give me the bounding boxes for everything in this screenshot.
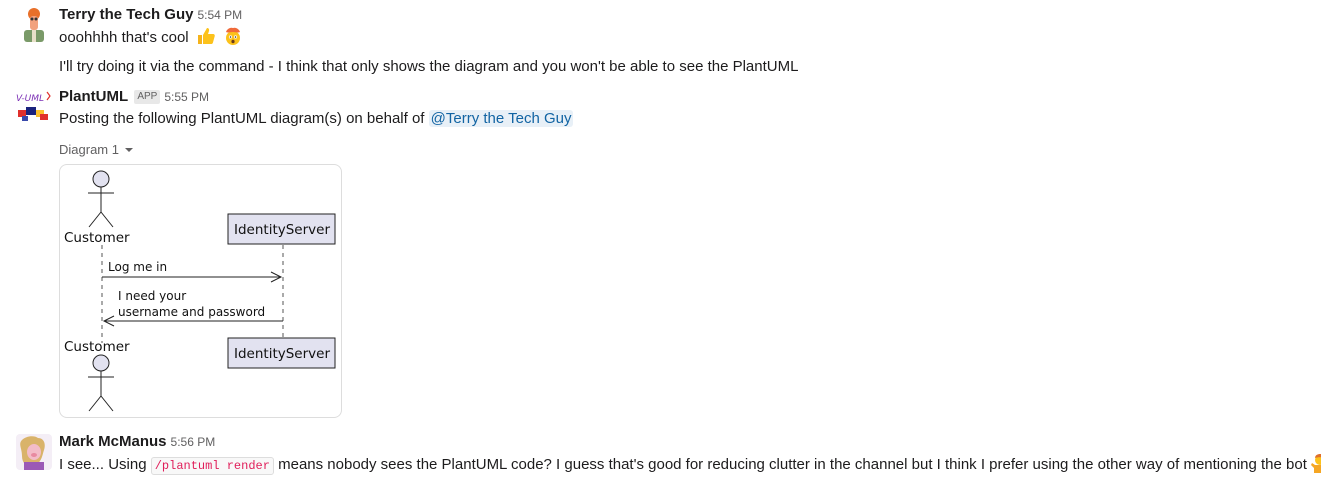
diagram-image[interactable]: Customer IdentityServer Log me in I need… — [59, 164, 342, 418]
timestamp[interactable]: 5:56 PM — [171, 435, 216, 449]
message-header: Mark McManus 5:56 PM — [59, 433, 215, 451]
exploding-head-icon — [223, 26, 243, 53]
user-mention[interactable]: @Terry the Tech Guy — [428, 110, 574, 127]
author-name[interactable]: PlantUML — [59, 88, 128, 105]
message-text: Posting the following PlantUML diagram(s… — [59, 108, 574, 130]
message-text: I see... Using /plantuml render means no… — [59, 453, 1321, 480]
avatar-plantuml[interactable]: V-UML — [16, 90, 52, 126]
app-badge: APP — [134, 90, 161, 104]
avatar-terry[interactable] — [16, 6, 52, 42]
participant-label-customer: Customer — [64, 230, 130, 246]
miss-piggy-icon — [16, 434, 52, 470]
participant-label-identityserver: IdentityServer — [234, 222, 330, 238]
timestamp[interactable]: 5:55 PM — [164, 90, 209, 104]
inline-code: /plantuml render — [150, 457, 274, 475]
person-shrugging-icon — [1310, 453, 1321, 480]
diagram-toggle[interactable]: Diagram 1 — [59, 141, 133, 159]
message-label-2a: I need your — [118, 289, 186, 303]
message-header: Terry the Tech Guy 5:54 PM — [59, 6, 242, 24]
diagram-label: Diagram 1 — [59, 142, 119, 157]
message-label-2b: username and password — [118, 305, 265, 319]
message-text-prefix: I see... Using — [59, 456, 151, 473]
message-line: I'll try doing it via the command - I th… — [59, 58, 799, 75]
author-name[interactable]: Terry the Tech Guy — [59, 6, 193, 23]
avatar-mark[interactable] — [16, 434, 52, 470]
message-line: ooohhhh that's cool — [59, 29, 189, 46]
caret-down-icon — [124, 148, 133, 152]
beaker-muppet-icon — [16, 6, 52, 42]
message-header: PlantUML APP 5:55 PM — [59, 88, 209, 106]
message-text-prefix: Posting the following PlantUML diagram(s… — [59, 110, 429, 127]
participant-label-identityserver-bottom: IdentityServer — [234, 346, 330, 362]
timestamp[interactable]: 5:54 PM — [197, 8, 242, 22]
message-text: ooohhhh that's cool — [59, 26, 243, 53]
participant-label-customer-bottom: Customer — [64, 339, 130, 355]
author-name[interactable]: Mark McManus — [59, 433, 167, 450]
sequence-diagram: Customer IdentityServer Log me in I need… — [64, 170, 336, 412]
message-text-suffix: means nobody sees the PlantUML code? I g… — [273, 456, 1307, 473]
message-label-1: Log me in — [108, 260, 167, 274]
customer-actor-icon — [88, 170, 114, 228]
plantuml-logo-icon: V-UML — [16, 90, 52, 126]
logo-text: V-UML — [16, 94, 44, 104]
customer-actor-icon — [88, 354, 114, 412]
thumbs-up-icon — [196, 26, 216, 53]
